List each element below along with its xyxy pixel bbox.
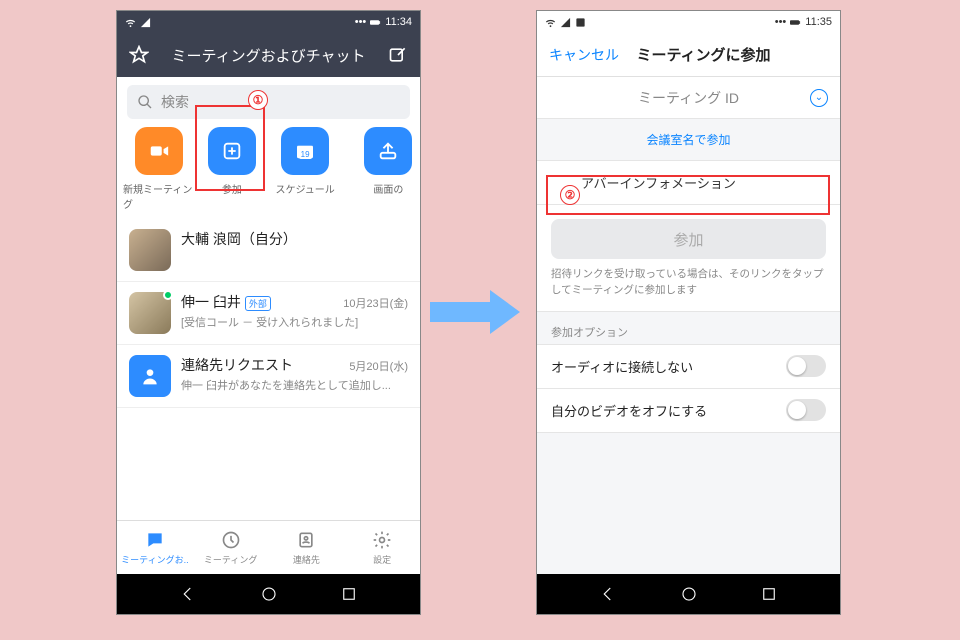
annotation-circle-2: ② [560,185,580,205]
calendar-icon: 19 [281,127,329,175]
action-label: 参加 [222,181,242,196]
status-bar: ••• 11:35 [537,11,840,33]
signal-icon [140,17,151,28]
empty-area [537,433,840,575]
external-badge: 外部 [245,296,271,311]
recent-icon[interactable] [340,585,358,603]
search-icon [137,94,153,110]
arrow-icon [430,290,530,334]
toggle-icon[interactable] [786,399,826,421]
actions-row: 新規ミーティング 参加 19 スケジュール 画面の [117,127,420,219]
search-input[interactable]: 検索 [127,85,410,119]
tab-settings[interactable]: 設定 [344,521,420,574]
image-icon [575,17,586,28]
contact-date: 10月23日(金) [343,295,408,311]
back-icon[interactable] [179,585,197,603]
tab-bar: ミーティングお.. ミーティング 連絡先 設定 [117,520,420,574]
phone-screen-main: ••• 11:34 ミーティングおよびチャット 検索 新規ミーティング 参加 [116,10,421,615]
action-share[interactable]: 画面の [343,127,414,211]
action-new-meeting[interactable]: 新規ミーティング [123,127,194,211]
empty-area [117,408,420,520]
chat-icon [145,530,165,550]
toggle-icon[interactable] [786,355,826,377]
android-nav [117,574,420,614]
contact-name: 大輔 浪岡（自分） [181,229,297,249]
action-label: 画面の [373,181,403,196]
page-title: ミーティングに参加 [619,44,788,65]
action-join[interactable]: 参加 [196,127,267,211]
contact-name: 伸一 臼井外部 [181,292,271,312]
annotation-circle-1: ① [248,90,268,110]
join-button[interactable]: 参加 [551,219,826,259]
video-icon [135,127,183,175]
recent-icon[interactable] [760,585,778,603]
wifi-icon [125,17,136,28]
contact-name: 連絡先リクエスト [181,355,293,375]
join-by-room-link[interactable]: 会議室名で参加 [537,119,840,161]
contact-date: 5月20日(水) [349,358,408,374]
option-video-off[interactable]: 自分のビデオをオフにする [537,389,840,433]
action-schedule[interactable]: 19 スケジュール [270,127,341,211]
avatar [129,229,171,271]
request-icon [129,355,171,397]
status-time: 11:35 [805,16,832,28]
back-icon[interactable] [599,585,617,603]
contact-list: 大輔 浪岡（自分） 伸一 臼井外部 10月23日(金) [受信コール － 受け入… [117,219,420,408]
display-name-field[interactable]: アバーインフォメーション [537,161,840,205]
tab-contacts[interactable]: 連絡先 [269,521,345,574]
signal-icon [560,17,571,28]
contact-sub: 伸一 臼井があなたを連絡先として追加し... [181,377,408,393]
gear-icon [372,530,392,550]
app-header: ミーティングおよびチャット [117,33,420,77]
search-wrap: 検索 [117,77,420,127]
battery-icon [370,17,381,28]
status-bar: ••• 11:34 [117,11,420,33]
chevron-down-icon[interactable]: ⌄ [810,89,828,107]
compose-icon[interactable] [388,45,408,65]
share-icon [364,127,412,175]
battery-icon [790,17,801,28]
join-header: キャンセル ミーティングに参加 [537,33,840,77]
contact-sub: [受信コール － 受け入れられました] [181,314,408,330]
tab-chat[interactable]: ミーティングお.. [117,521,193,574]
clock-icon [221,530,241,550]
wifi-icon [545,17,556,28]
option-no-audio[interactable]: オーディオに接続しない [537,345,840,389]
meeting-id-field[interactable]: ミーティング ID ⌄ [537,77,840,119]
plus-icon [208,127,256,175]
list-item[interactable]: 大輔 浪岡（自分） [117,219,420,282]
home-icon[interactable] [260,585,278,603]
star-icon[interactable] [129,45,149,65]
status-dots: ••• [355,16,367,28]
presence-dot-icon [163,290,173,300]
tab-meetings[interactable]: ミーティング [193,521,269,574]
status-time: 11:34 [385,16,412,28]
action-label: スケジュール [275,181,334,196]
cancel-button[interactable]: キャンセル [549,45,619,65]
phone-screen-join: ••• 11:35 キャンセル ミーティングに参加 ミーティング ID ⌄ 会議… [536,10,841,615]
invite-hint: 招待リンクを受け取っている場合は、そのリンクをタップしてミーティングに参加します [537,267,840,311]
home-icon[interactable] [680,585,698,603]
action-label: 新規ミーティング [123,181,194,211]
list-item[interactable]: 連絡先リクエスト 5月20日(水) 伸一 臼井があなたを連絡先として追加し... [117,345,420,408]
status-dots: ••• [775,16,787,28]
contacts-icon [296,530,316,550]
options-header: 参加オプション [537,311,840,345]
search-placeholder: 検索 [161,92,189,112]
list-item[interactable]: 伸一 臼井外部 10月23日(金) [受信コール － 受け入れられました] [117,282,420,345]
header-title: ミーティングおよびチャット [159,45,378,66]
android-nav [537,574,840,614]
